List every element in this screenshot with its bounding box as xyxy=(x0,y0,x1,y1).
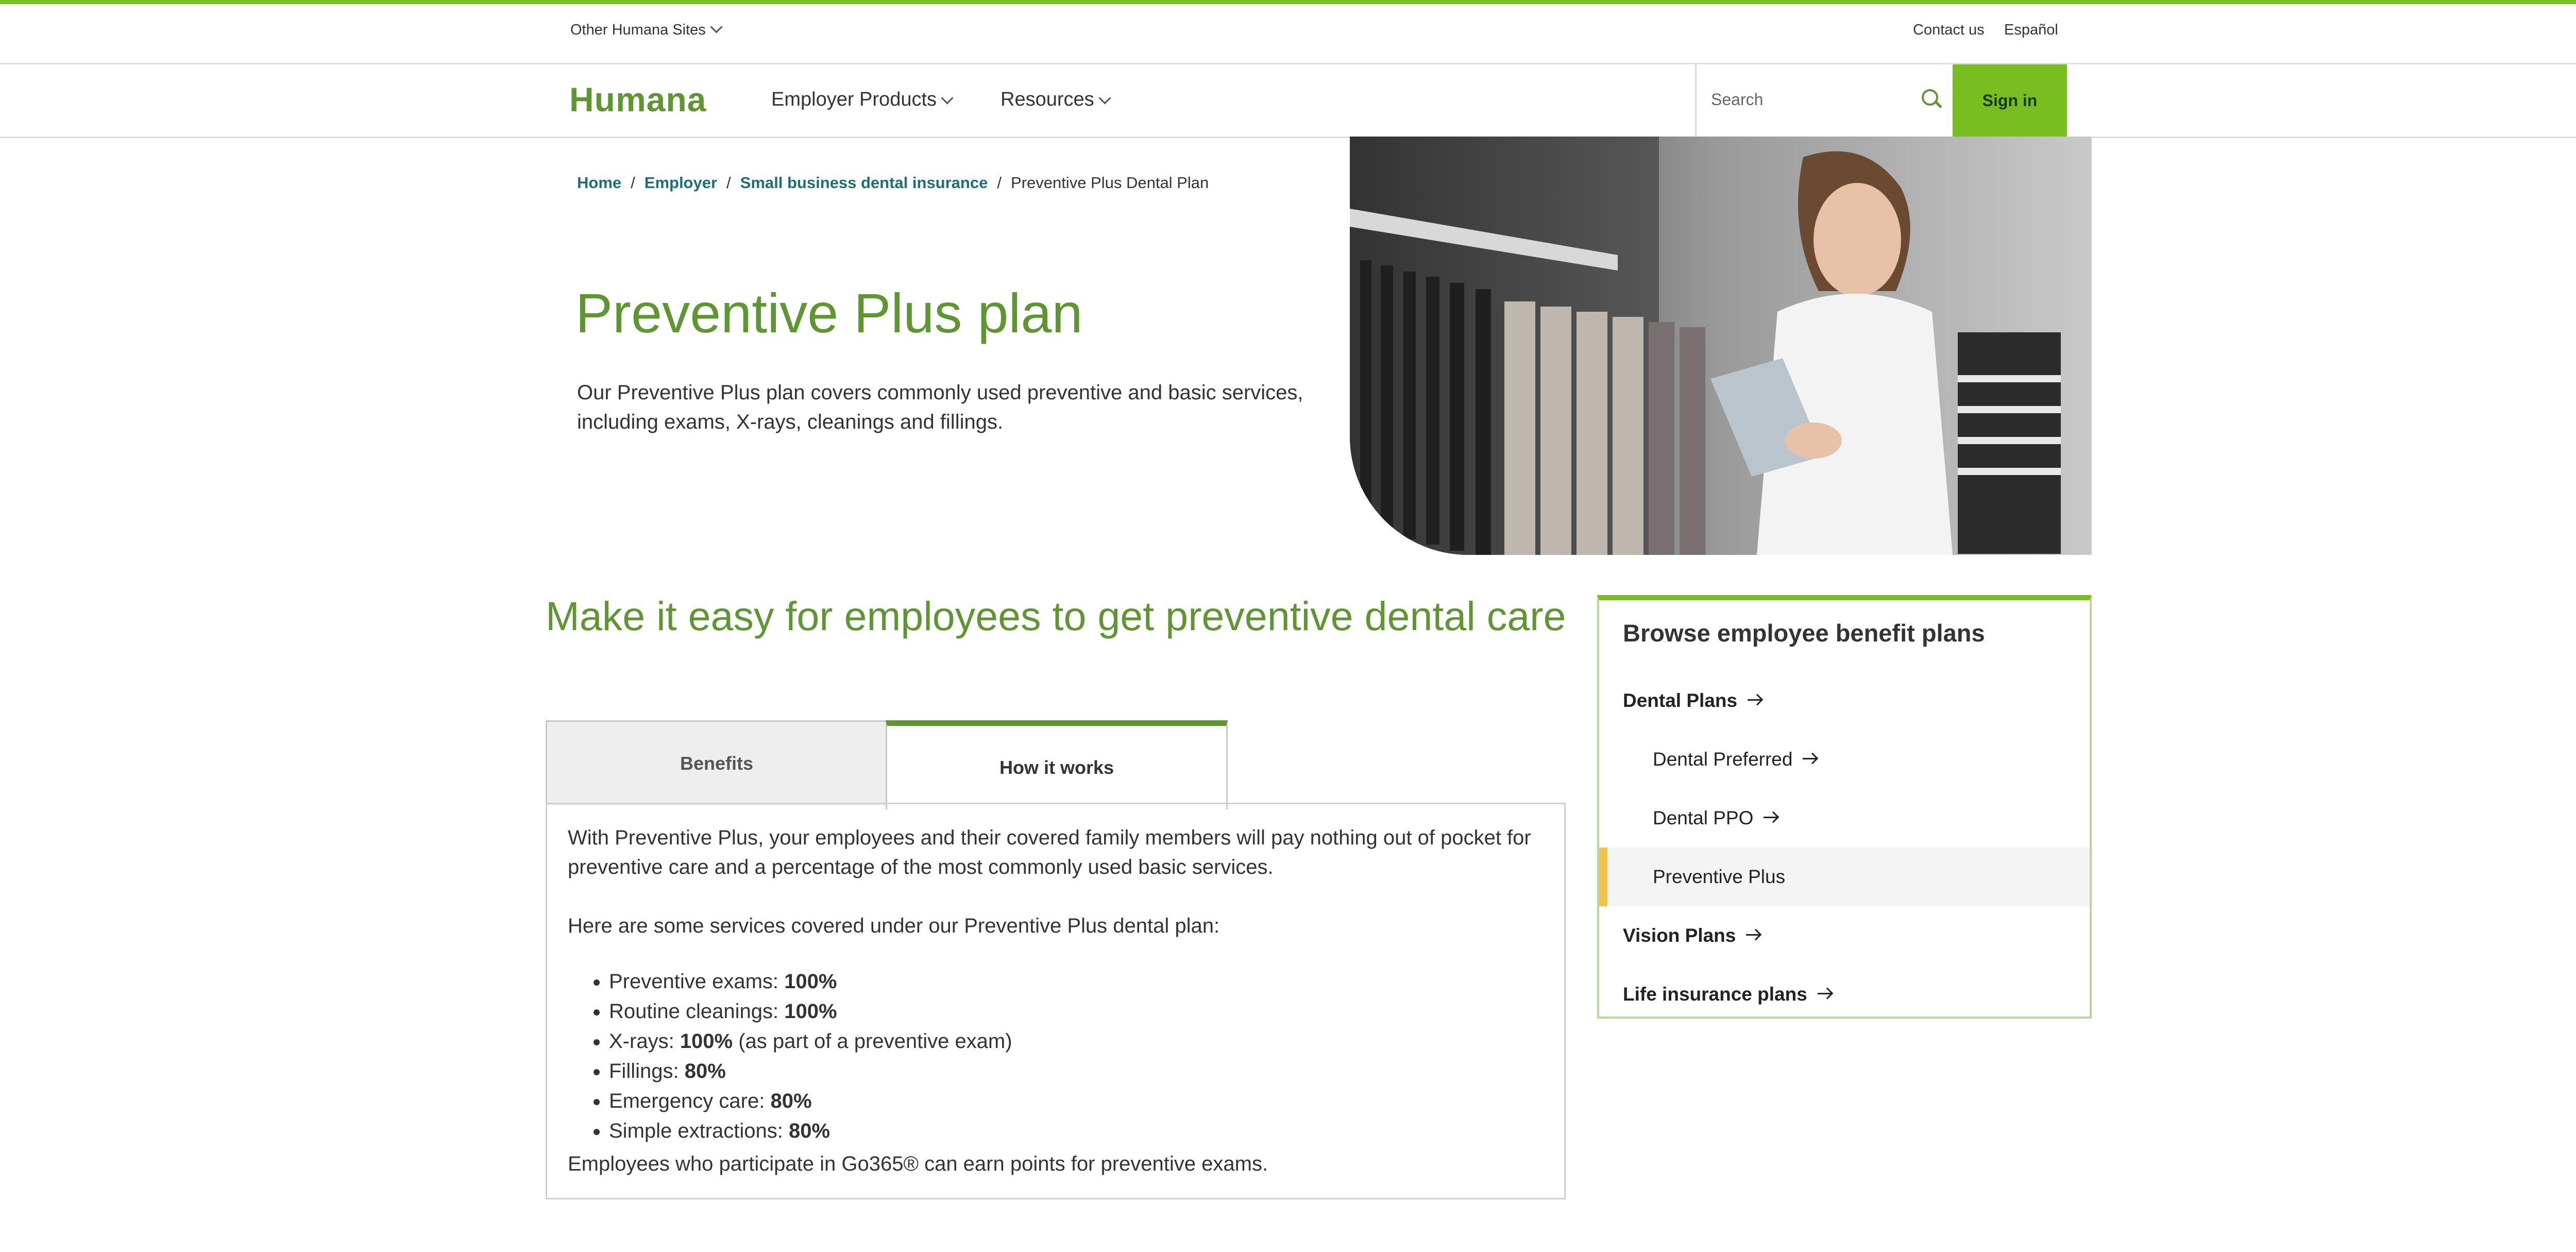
hero-description: Our Preventive Plus plan covers commonly… xyxy=(577,381,1303,433)
panel-list-intro: Here are some services covered under our… xyxy=(568,915,1220,937)
service-label: X-rays: xyxy=(609,1030,680,1053)
sidebar-item-dental-preferred[interactable]: Dental Preferred xyxy=(1599,730,2090,789)
search-icon[interactable] xyxy=(1922,89,1938,106)
breadcrumb-employer[interactable]: Employer xyxy=(645,174,717,192)
benefit-plans-sidebar: Browse employee benefit plans Dental Pla… xyxy=(1597,595,2092,1019)
sidebar-item-label: Dental Preferred xyxy=(1653,749,1793,770)
service-coverage: 100% xyxy=(784,1000,837,1023)
service-coverage: 80% xyxy=(684,1060,726,1082)
nav-employer-products-label: Employer Products xyxy=(771,89,937,110)
sidebar-item-vision-plans[interactable]: Vision Plans xyxy=(1599,906,2090,965)
utility-bar: Other Humana Sites Contact us Español xyxy=(0,4,2576,64)
service-coverage: 100% xyxy=(784,970,837,993)
humana-logo[interactable]: Humana xyxy=(569,80,706,119)
page-title: Preventive Plus plan xyxy=(575,282,1083,344)
other-sites-label: Other Humana Sites xyxy=(570,22,706,38)
tab-benefits[interactable]: Benefits xyxy=(546,720,888,805)
services-list: Preventive exams: 100% Routine cleanings… xyxy=(568,967,1012,1146)
sidebar-item-label: Dental Plans xyxy=(1623,690,1738,711)
list-item: Preventive exams: 100% xyxy=(609,967,1012,996)
sidebar-item-preventive-plus[interactable]: Preventive Plus xyxy=(1599,848,2090,906)
breadcrumb-home[interactable]: Home xyxy=(577,174,621,192)
chevron-down-icon xyxy=(710,21,723,33)
nav-resources[interactable]: Resources xyxy=(1001,89,1111,111)
search-placeholder: Search xyxy=(1711,90,1764,109)
breadcrumb: Home / Employer / Small business dental insu… xyxy=(577,174,1209,192)
arrow-right-icon xyxy=(1746,934,1760,936)
breadcrumb-current: Preventive Plus Dental Plan xyxy=(1010,174,1209,192)
panel-footer-note: Employees who participate in Go365® can … xyxy=(568,1153,1268,1175)
list-item: Simple extractions: 80% xyxy=(609,1116,1012,1146)
tab-panel-how-it-works: With Preventive Plus, your employees and… xyxy=(546,803,1566,1199)
breadcrumb-separator: / xyxy=(726,174,731,192)
language-link[interactable]: Español xyxy=(2004,22,2058,39)
service-coverage: 100% xyxy=(680,1030,733,1053)
service-coverage: 80% xyxy=(789,1120,831,1142)
hero-image xyxy=(1350,137,2092,555)
main-nav: Humana Employer Products Resources Searc… xyxy=(0,64,2576,138)
arrow-right-icon xyxy=(1764,816,1777,818)
list-item: Emergency care: 80% xyxy=(609,1086,1012,1116)
chevron-down-icon xyxy=(1098,92,1111,105)
list-item: X-rays: 100% (as part of a preventive ex… xyxy=(609,1026,1012,1056)
service-label: Routine cleanings: xyxy=(609,1000,785,1023)
arrow-right-icon xyxy=(1803,757,1817,759)
chevron-down-icon xyxy=(941,92,954,105)
list-item: Fillings: 80% xyxy=(609,1056,1012,1086)
search-input[interactable]: Search xyxy=(1695,64,1954,137)
arrow-right-icon xyxy=(1817,992,1831,994)
breadcrumb-separator: / xyxy=(997,174,1002,192)
sidebar-item-dental-ppo[interactable]: Dental PPO xyxy=(1599,789,2090,848)
brand-top-stripe xyxy=(0,0,2576,4)
service-coverage: 80% xyxy=(770,1090,812,1112)
service-label: Preventive exams: xyxy=(609,970,785,993)
sidebar-item-label: Life insurance plans xyxy=(1623,984,1807,1005)
sidebar-item-dental-plans[interactable]: Dental Plans xyxy=(1599,671,2090,730)
list-item: Routine cleanings: 100% xyxy=(609,996,1012,1026)
sidebar-item-label: Vision Plans xyxy=(1623,925,1736,946)
sidebar-item-life-insurance[interactable]: Life insurance plans xyxy=(1599,965,2090,1024)
sign-in-button[interactable]: Sign in xyxy=(1953,64,2067,137)
store-photo-illustration xyxy=(1350,137,2092,555)
service-note: (as part of a preventive exam) xyxy=(733,1030,1012,1053)
tab-how-it-works[interactable]: How it works xyxy=(886,720,1228,809)
section-title: Make it easy for employees to get preven… xyxy=(546,593,1566,639)
breadcrumb-separator: / xyxy=(631,174,635,192)
other-sites-dropdown[interactable]: Other Humana Sites xyxy=(570,21,723,39)
nav-resources-label: Resources xyxy=(1001,89,1094,110)
service-label: Emergency care: xyxy=(609,1090,771,1112)
sidebar-item-label: Preventive Plus xyxy=(1653,866,1786,887)
nav-employer-products[interactable]: Employer Products xyxy=(771,89,954,111)
breadcrumb-small-business[interactable]: Small business dental insurance xyxy=(740,174,988,192)
arrow-right-icon xyxy=(1748,699,1761,701)
contact-us-link[interactable]: Contact us xyxy=(1913,22,1985,39)
service-label: Fillings: xyxy=(609,1060,685,1082)
sidebar-item-label: Dental PPO xyxy=(1653,807,1754,828)
service-label: Simple extractions: xyxy=(609,1120,789,1142)
sidebar-title: Browse employee benefit plans xyxy=(1623,619,1985,647)
panel-intro: With Preventive Plus, your employees and… xyxy=(568,826,1531,878)
